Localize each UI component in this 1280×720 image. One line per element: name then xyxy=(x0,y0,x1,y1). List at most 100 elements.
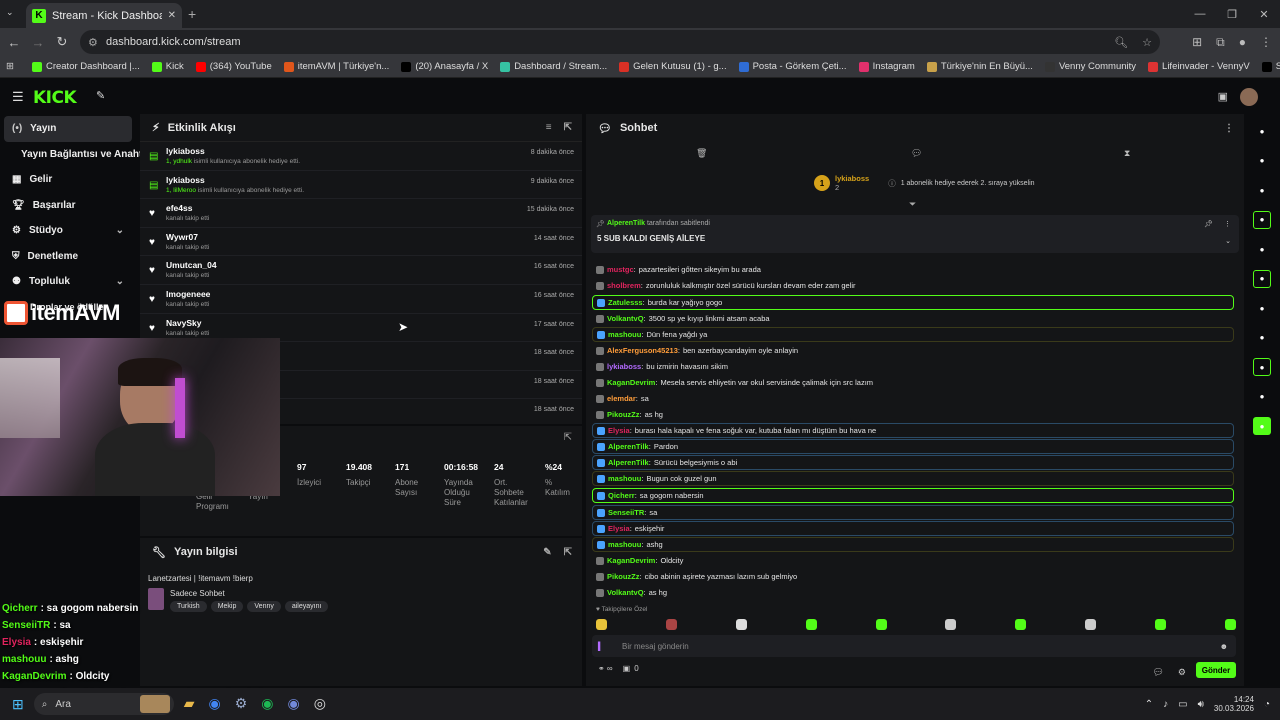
chrome-icon[interactable]: ◉ xyxy=(209,695,221,713)
rail-wrench-icon[interactable]: ● xyxy=(1253,358,1271,376)
bookmark-item[interactable]: Instagram xyxy=(853,61,921,72)
rail-stack-icon[interactable]: ● xyxy=(1253,329,1271,347)
sidebar-item-stream-key[interactable]: Yayın Bağlantısı ve Anahtarı xyxy=(0,142,155,168)
bookmark-item[interactable]: Venny Community xyxy=(1039,61,1142,72)
chat-username[interactable]: Elysia xyxy=(608,426,630,435)
reload-icon[interactable]: ↻ xyxy=(50,34,74,50)
emote-icon[interactable] xyxy=(945,619,957,630)
chat-username[interactable]: mustgc xyxy=(607,265,634,274)
taskbar-app-thumbnail[interactable] xyxy=(139,695,170,713)
collapse-icon[interactable]: ⏷ xyxy=(909,199,916,210)
windows-start-icon[interactable]: ⊞ xyxy=(12,696,24,713)
popout-icon[interactable]: ⇱ xyxy=(564,122,572,133)
bookmark-star-icon[interactable]: ☆ xyxy=(1142,36,1152,49)
rail-share-icon[interactable]: ● xyxy=(1253,388,1271,406)
sidebar-item-topluluk[interactable]: ⚉ Topluluk ⌄ xyxy=(0,269,136,295)
rail-emote-icon[interactable]: ● xyxy=(1253,417,1271,435)
rail-document-icon[interactable]: ● xyxy=(1253,240,1271,258)
stream-manager-icon[interactable]: ▣ xyxy=(1218,90,1228,103)
chevron-down-icon[interactable]: ⌄ xyxy=(116,276,124,287)
bookmark-item[interactable]: Dashboard / Stream... xyxy=(494,61,613,72)
apps-grid-icon[interactable]: ⊞ xyxy=(6,61,14,72)
tab-list-icon[interactable]: ⌄ xyxy=(6,7,14,18)
bookmark-item[interactable]: (20) Anasayfa / X xyxy=(395,61,494,72)
bookmark-item[interactable]: Türkiye'nin En Büyü... xyxy=(921,61,1039,72)
rail-broadcast-icon[interactable]: ● xyxy=(1253,299,1271,317)
profile-icon[interactable]: ● xyxy=(1239,35,1246,50)
chat-emoji-icon[interactable]: 💬︎ xyxy=(1153,667,1164,678)
volume-icon[interactable]: 🔊︎ xyxy=(1198,699,1204,710)
browser-menu-icon[interactable]: ⋮ xyxy=(1260,35,1272,50)
emote-icon[interactable] xyxy=(596,619,607,630)
tag-chip[interactable]: aileyayını xyxy=(284,601,329,612)
avatar[interactable] xyxy=(1240,88,1258,106)
chat-username[interactable]: AlperenTilk xyxy=(608,442,649,451)
chat-username[interactable]: PikouzZz xyxy=(607,410,640,419)
chat-menu-icon[interactable]: ⋮ xyxy=(1224,123,1234,134)
pinned-menu-icon[interactable]: ⋮ xyxy=(1224,220,1231,228)
extensions-puzzle-icon[interactable]: ⧉ xyxy=(1216,35,1225,50)
chat-username[interactable]: mashouu xyxy=(608,474,641,483)
unpin-icon[interactable]: 📌︎ xyxy=(1204,220,1213,228)
close-tab-icon[interactable]: ✕ xyxy=(168,10,176,21)
tray-chevron-icon[interactable]: ⌃ xyxy=(1145,699,1153,710)
chat-settings-icon[interactable]: ⚙ xyxy=(1178,667,1186,678)
browser-tab[interactable]: K Stream - Kick Dashboard ✕ xyxy=(26,3,182,28)
chat-username[interactable]: VolkantvQ xyxy=(607,588,644,597)
extension-icon[interactable]: ⊞ xyxy=(1192,35,1202,50)
file-explorer-icon[interactable]: ▰ xyxy=(184,695,195,713)
discord-icon[interactable]: ◉ xyxy=(288,695,300,713)
chat-username[interactable]: lykiaboss xyxy=(607,362,641,371)
emote-icon[interactable] xyxy=(1155,619,1166,630)
hourglass-icon[interactable]: ⧗ xyxy=(1124,148,1130,159)
back-icon[interactable]: ← xyxy=(2,35,26,50)
chat-username[interactable]: Elysia xyxy=(608,524,630,533)
minimize-icon[interactable]: — xyxy=(1184,0,1216,28)
gift-icon[interactable]: ▣ xyxy=(623,664,631,673)
bookmark-item[interactable]: Gelen Kutusu (1) - g... xyxy=(613,61,732,72)
sidebar-item-denetleme[interactable]: ⛨ Denetleme xyxy=(0,244,136,270)
sidebar-item-yayin[interactable]: (•) Yayın xyxy=(4,116,132,142)
rail-edit-icon[interactable]: ● xyxy=(1253,152,1271,170)
emote-icon[interactable] xyxy=(1015,619,1027,630)
chat-username[interactable]: mashouu xyxy=(608,540,641,549)
bookmark-item[interactable]: (364) YouTube xyxy=(190,61,278,72)
spotify-icon[interactable]: ◉ xyxy=(261,695,273,713)
rail-lightning-icon[interactable]: ● xyxy=(1253,210,1271,229)
chat-username[interactable]: AlexFerguson45213 xyxy=(607,346,678,355)
maximize-icon[interactable]: ❐ xyxy=(1216,0,1248,28)
chat-username[interactable]: sholbrem xyxy=(607,281,641,290)
url-field[interactable]: ⚙ dashboard.kick.com/stream 🔍︎ ☆ xyxy=(80,30,1160,54)
chat-username[interactable]: elemdar xyxy=(607,394,636,403)
sidebar-item-gelir[interactable]: ▦ Gelir xyxy=(0,167,136,193)
menu-icon[interactable]: ☰ xyxy=(12,89,24,105)
chevron-down-icon[interactable]: ⌄ xyxy=(1225,237,1231,245)
popout-icon[interactable]: ⇱ xyxy=(564,547,572,558)
steam-icon[interactable]: ⚙ xyxy=(235,695,248,713)
bookmark-item[interactable]: Posta - Görkem Çeti... xyxy=(733,61,853,72)
zoom-icon[interactable]: 🔍︎ xyxy=(1114,36,1128,49)
kick-logo[interactable]: KICK xyxy=(33,88,77,108)
bookmark-item[interactable]: Kick xyxy=(146,61,190,72)
emote-icon[interactable] xyxy=(875,619,887,630)
chevron-down-icon[interactable]: ⌄ xyxy=(116,225,124,236)
rail-chat-icon[interactable]: ● xyxy=(1253,269,1271,288)
site-info-icon[interactable]: ⚙ xyxy=(88,36,98,49)
chat-username[interactable]: mashouu xyxy=(608,330,641,339)
chat-username[interactable]: Qicherr xyxy=(608,491,635,500)
bookmark-item[interactable]: Creator Dashboard |... xyxy=(26,61,146,72)
chat-username[interactable]: KaganDevrim xyxy=(607,556,655,565)
emote-icon[interactable] xyxy=(1085,619,1097,630)
close-window-icon[interactable]: ✕ xyxy=(1248,0,1280,28)
new-tab-icon[interactable]: + xyxy=(188,6,196,22)
network-icon[interactable]: ▭ xyxy=(1178,699,1187,710)
bookmark-item[interactable]: Lifeinvader - VennyV xyxy=(1142,61,1256,72)
chat-input[interactable]: ▍ Bir mesaj gönderin ☻ xyxy=(592,635,1236,657)
send-button[interactable]: Gönder xyxy=(1196,662,1236,678)
mic-icon[interactable]: ▍ xyxy=(598,642,604,651)
points-icon[interactable]: ⚭ ∞ xyxy=(598,664,613,673)
bookmark-item[interactable]: Storage | Fivemanage xyxy=(1256,61,1280,72)
chat-username[interactable]: PikouzZz xyxy=(607,572,640,581)
chat-username[interactable]: KaganDevrim xyxy=(607,378,655,387)
emote-icon[interactable] xyxy=(735,619,747,630)
